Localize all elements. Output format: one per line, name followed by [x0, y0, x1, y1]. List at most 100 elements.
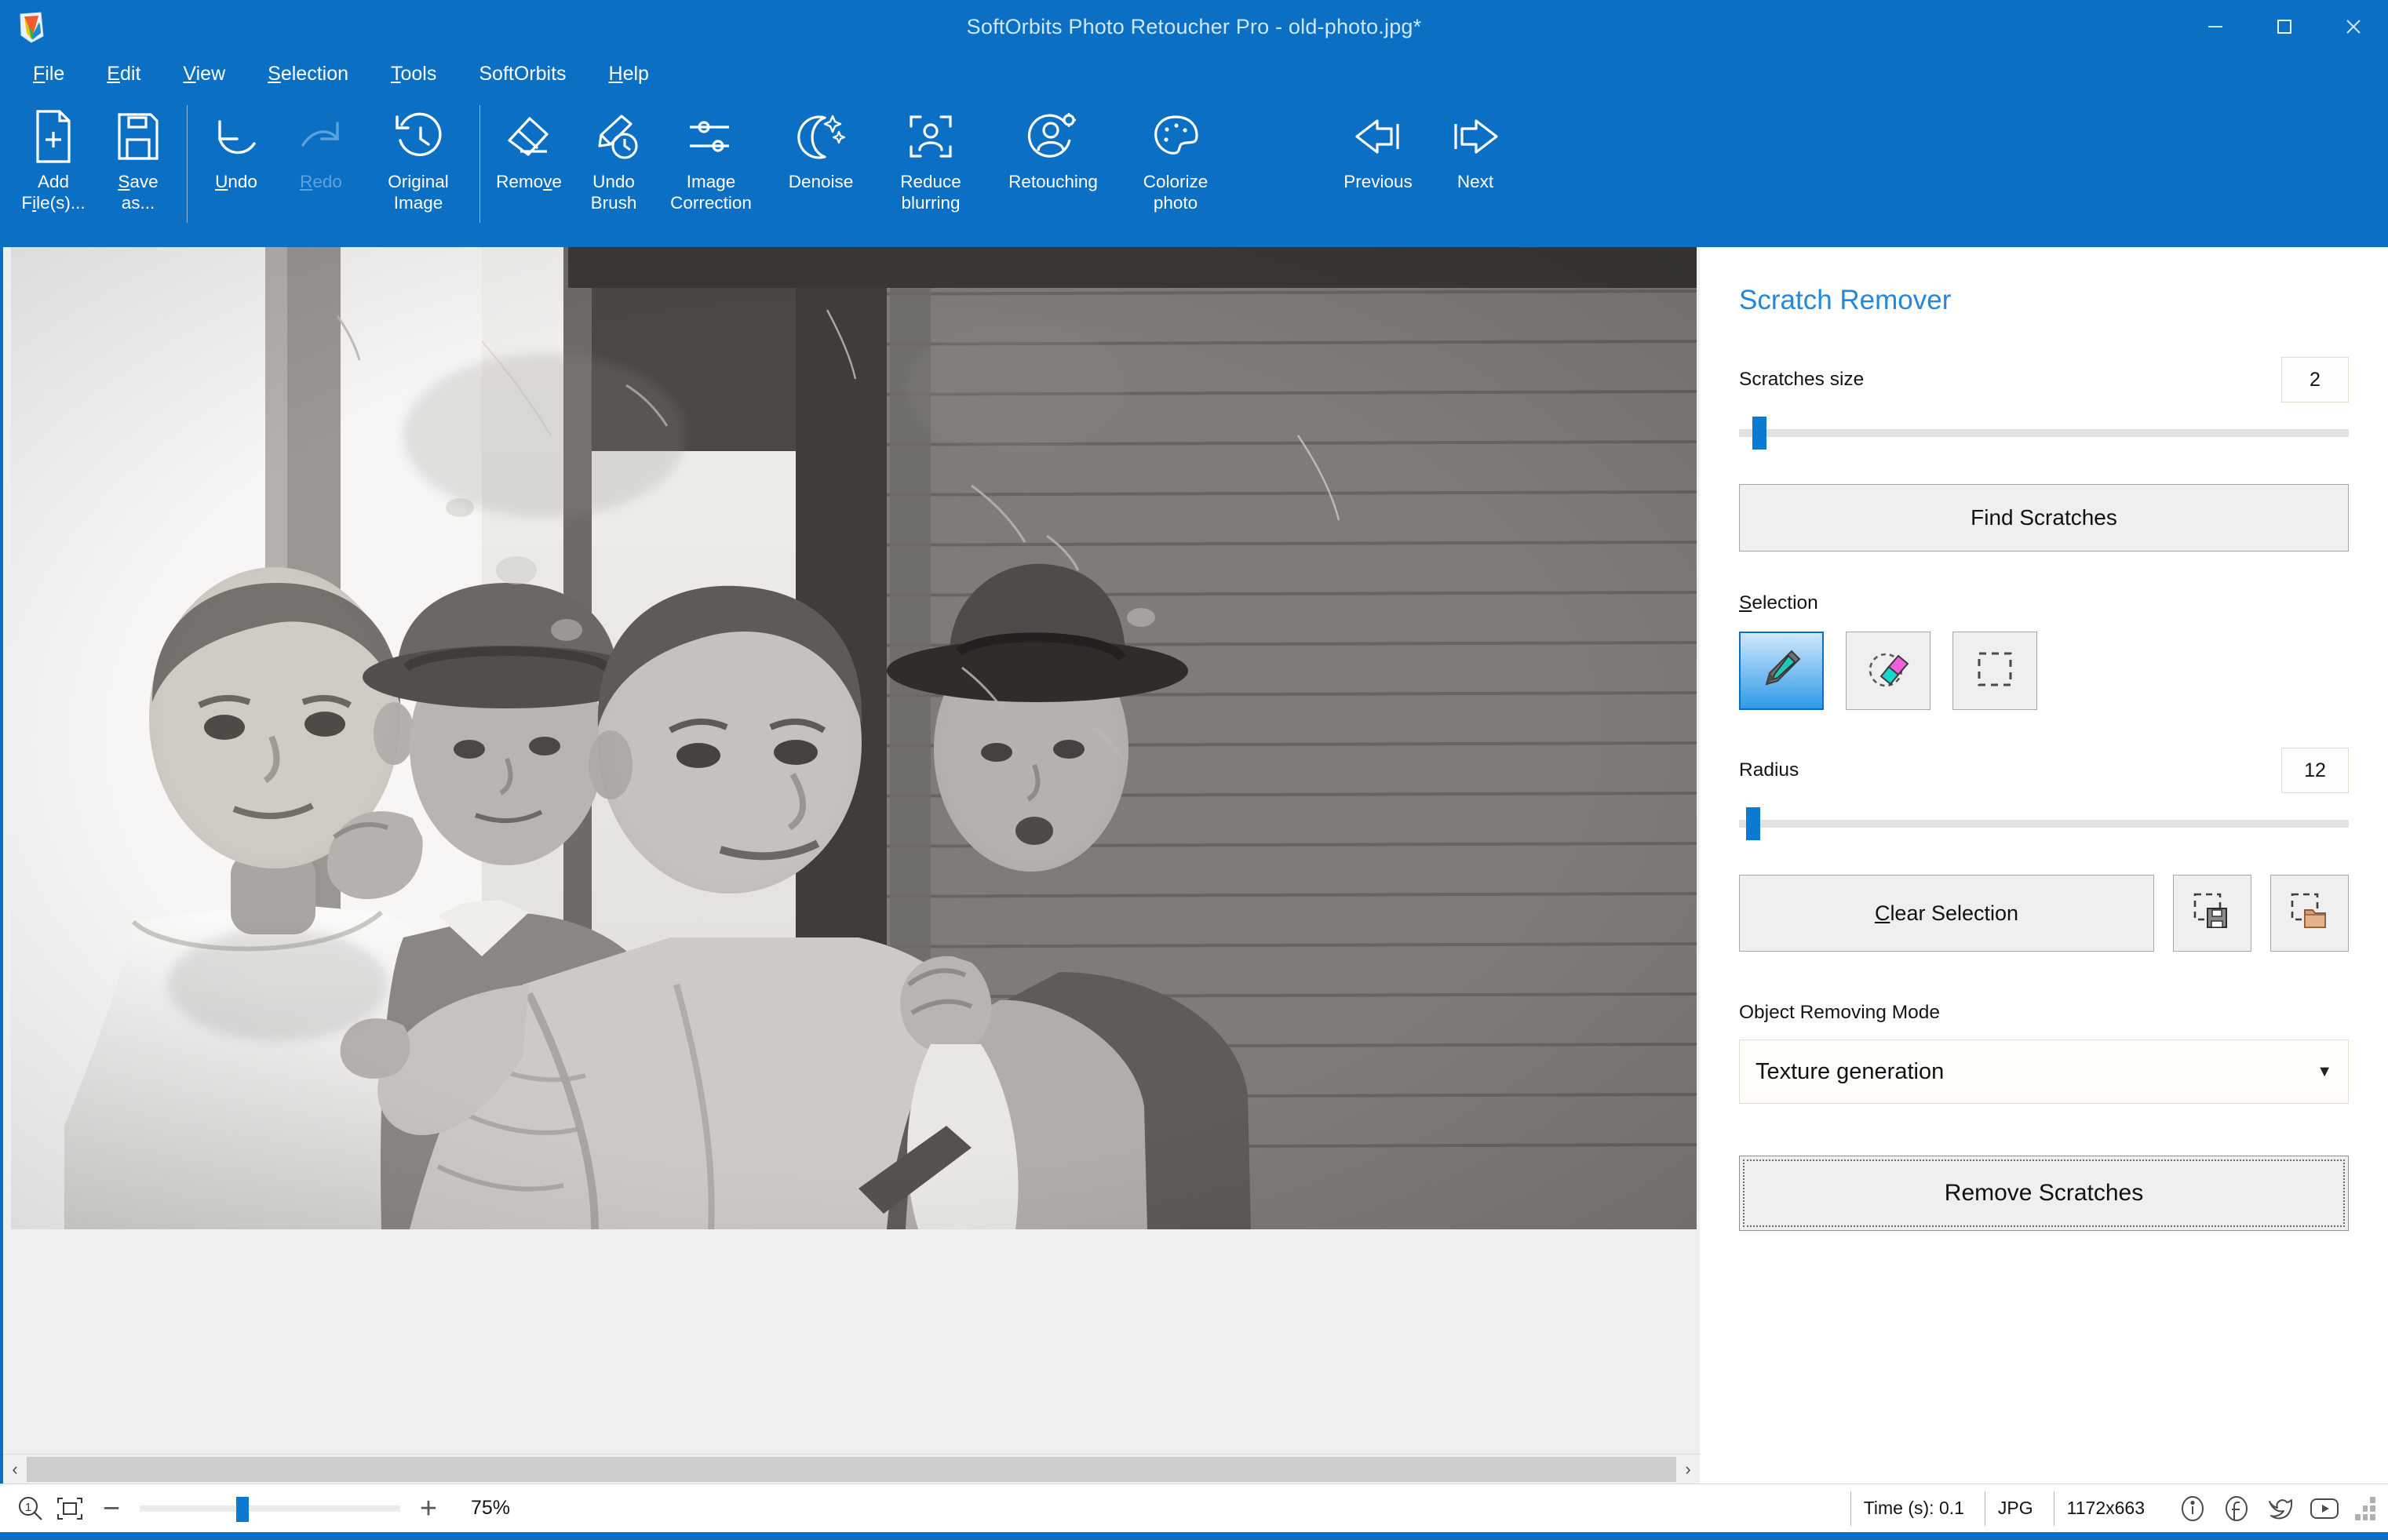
denoise-button[interactable]: Denoise: [766, 94, 876, 234]
status-bar: 1 − + 75% Time (s): 0.1 JPG 1172x663: [0, 1484, 2388, 1532]
chevron-left-icon[interactable]: ‹: [3, 1455, 27, 1484]
zoom-in-button[interactable]: +: [407, 1488, 450, 1529]
load-selection-icon: [2288, 890, 2331, 937]
undo-underline: Undo: [215, 172, 257, 191]
add-files-label: Add File(s)...: [21, 172, 86, 213]
floppy-save-icon: [113, 107, 163, 166]
arrow-right-bar-icon: [1446, 107, 1504, 166]
menu-item-selection[interactable]: Selection: [263, 60, 353, 89]
zoom-slider-track: [140, 1505, 400, 1512]
scratches-size-slider[interactable]: [1739, 415, 2349, 451]
undo-label: Undo: [213, 171, 259, 192]
add-files-button[interactable]: Add File(s)...: [11, 94, 96, 234]
previous-button[interactable]: Previous: [1323, 94, 1433, 234]
marker-pen-icon: [1757, 645, 1806, 697]
resize-grip[interactable]: [2355, 1496, 2375, 1520]
history-clock-icon: [391, 107, 446, 166]
colorize-photo-label: Colorize photo: [1143, 172, 1209, 213]
body-row: ‹ › Scratch Remover Scratches size 2 Fin…: [0, 247, 2388, 1484]
eraser-tool-button[interactable]: [1846, 632, 1930, 710]
colorize-photo-button[interactable]: Colorize photo: [1121, 94, 1230, 234]
facebook-icon[interactable]: [2215, 1488, 2258, 1529]
brush-clock-icon: [587, 107, 640, 166]
scratch-remover-panel: Scratch Remover Scratches size 2 Find Sc…: [1700, 247, 2388, 1484]
panel-title: Scratch Remover: [1739, 285, 1952, 315]
redo-arrow-icon: [293, 107, 348, 166]
object-removing-mode-select[interactable]: Texture generation ▼: [1739, 1039, 2349, 1104]
info-icon[interactable]: [2171, 1488, 2214, 1529]
fit-to-window-icon[interactable]: [50, 1488, 89, 1529]
menu-item-help[interactable]: Help: [604, 60, 654, 89]
redo-underline: Redo: [300, 172, 342, 191]
minimize-icon[interactable]: [2181, 0, 2250, 53]
reduce-blurring-button[interactable]: Reduce blurring: [876, 94, 986, 234]
save-selection-button[interactable]: [2173, 875, 2251, 952]
zoom-slider[interactable]: [140, 1488, 400, 1529]
redo-label: Redo: [298, 171, 344, 192]
social-links: [2171, 1488, 2346, 1529]
menu-item-tools[interactable]: Tools: [386, 60, 441, 89]
radius-label: Radius: [1739, 759, 1799, 781]
maximize-icon[interactable]: [2250, 0, 2319, 53]
rectangle-select-button[interactable]: [1952, 632, 2037, 710]
old-photo-image: [11, 247, 1697, 1229]
next-label: Next: [1456, 172, 1494, 191]
remove-underline: Remove: [496, 172, 562, 191]
menu-item-file[interactable]: File: [28, 60, 69, 89]
radius-thumb[interactable]: [1746, 807, 1761, 840]
clear-selection-button[interactable]: Clear Selection: [1739, 875, 2154, 952]
add-files-label2: File(s)...: [21, 193, 86, 213]
eraser-selection-icon: [1864, 645, 1912, 697]
zoom-actual-size-icon[interactable]: 1: [11, 1488, 50, 1529]
application-window: SoftOrbits Photo Retoucher Pro - old-pho…: [0, 0, 2388, 1540]
moon-sparkle-icon: [795, 107, 847, 166]
youtube-icon[interactable]: [2303, 1488, 2346, 1529]
menu-item-view[interactable]: View: [178, 60, 230, 89]
menu-item-edit[interactable]: Edit: [102, 60, 145, 89]
marker-tool-button[interactable]: [1739, 632, 1824, 710]
chevron-down-icon[interactable]: ▼: [2317, 1063, 2332, 1081]
load-selection-button[interactable]: [2270, 875, 2349, 952]
retouching-button[interactable]: Retouching: [986, 94, 1121, 234]
denoise-label: Denoise: [788, 172, 854, 191]
horizontal-scrollbar[interactable]: ‹ ›: [3, 1454, 1700, 1484]
photo-canvas[interactable]: [11, 247, 1697, 1229]
twitter-icon[interactable]: [2259, 1488, 2302, 1529]
save-as-button[interactable]: Save as...: [96, 94, 180, 234]
menu-label-view-rest: iew: [195, 62, 226, 85]
image-viewport[interactable]: [3, 247, 1700, 1454]
image-correction-button[interactable]: Image Correction: [656, 94, 766, 234]
menu-item-softorbits[interactable]: SoftOrbits: [474, 60, 571, 89]
hscroll-thumb[interactable]: [27, 1456, 1676, 1482]
zoom-slider-thumb[interactable]: [235, 1496, 249, 1522]
radius-slider[interactable]: [1739, 806, 2349, 842]
undo-brush-button[interactable]: Undo Brush: [571, 94, 656, 234]
scratches-size-row: Scratches size 2: [1739, 357, 2349, 402]
main-toolbar: Add File(s)... Save as... Undo Redo Orig…: [0, 94, 2388, 247]
close-icon[interactable]: [2319, 0, 2388, 53]
find-scratches-button[interactable]: Find Scratches: [1739, 484, 2349, 552]
next-button[interactable]: Next: [1433, 94, 1518, 234]
hscroll-track[interactable]: [27, 1454, 1676, 1484]
sliders-icon: [684, 107, 738, 166]
remove-scratches-button[interactable]: Remove Scratches: [1739, 1156, 2349, 1231]
window-title: SoftOrbits Photo Retoucher Pro - old-pho…: [966, 14, 1422, 38]
zoom-out-button[interactable]: −: [89, 1488, 133, 1529]
window-controls: [2181, 0, 2388, 53]
original-image-button[interactable]: Original Image: [363, 94, 473, 234]
radius-input[interactable]: 12: [2281, 748, 2349, 793]
menu-label-help-rest: elp: [622, 62, 649, 85]
selection-section-label: Selection: [1739, 592, 1818, 613]
scratches-size-label: Scratches size: [1739, 369, 1865, 390]
scratches-size-thumb[interactable]: [1752, 417, 1767, 450]
app-logo-icon: [14, 9, 50, 46]
redo-button[interactable]: Redo: [279, 94, 363, 234]
zoom-percent-label: 75%: [471, 1497, 511, 1519]
undo-button[interactable]: Undo: [194, 94, 279, 234]
chevron-right-icon[interactable]: ›: [1676, 1455, 1700, 1484]
remove-label: Remove: [494, 171, 563, 192]
window-bottom-border: [0, 1532, 2388, 1540]
scratches-size-input[interactable]: 2: [2281, 357, 2349, 402]
remove-button[interactable]: Remove: [487, 94, 571, 234]
menu-label-selection-rest: election: [280, 62, 348, 85]
